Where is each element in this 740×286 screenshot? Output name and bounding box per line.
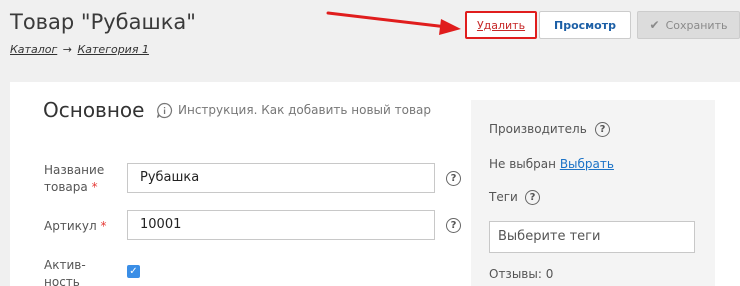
save-button[interactable]: ✔ Сохранить [637,11,740,39]
name-help-icon[interactable]: ? [446,171,461,186]
sku-input[interactable]: 10001 [127,210,435,240]
choose-manufacturer-link[interactable]: Выбрать [560,157,614,171]
tags-input[interactable]: Выберите теги [489,221,695,253]
manufacturer-label: Производитель [489,122,587,136]
help-instruction-link[interactable]: Инструкция. Как добавить новый товар [178,103,431,117]
save-button-label: Сохранить [665,18,728,32]
delete-button-label: Удалить [476,18,526,32]
sku-help-icon[interactable]: ? [446,218,461,233]
breadcrumb-category-link[interactable]: Категория 1 [77,43,148,56]
tags-help-icon[interactable]: ? [525,190,540,205]
breadcrumb-catalog-link[interactable]: Каталог [10,43,57,56]
reviews-count: Отзывы: 0 [489,267,554,281]
manufacturer-value: Не выбран Выбрать [489,157,614,171]
delete-button[interactable]: Удалить [465,11,537,39]
section-title: Основное [43,98,145,122]
breadcrumb: Каталог → Категория 1 [10,43,149,56]
tags-label: Теги [489,190,518,204]
view-button-label: Просмотр [554,18,616,32]
sku-field-label: Артикул * [44,219,107,233]
check-icon: ✔ [649,18,660,32]
page-title: Товар "Рубашка" [10,10,196,34]
active-checkbox[interactable]: ✓ [127,265,140,278]
manufacturer-help-icon[interactable]: ? [595,122,610,137]
name-field-label: Название товара * [44,163,105,194]
breadcrumb-separator: → [62,43,72,56]
view-button[interactable]: Просмотр [539,11,631,39]
active-field-label: Актив- ность [44,258,86,286]
info-chat-icon[interactable] [156,102,173,119]
name-input[interactable]: Рубашка [127,163,435,193]
